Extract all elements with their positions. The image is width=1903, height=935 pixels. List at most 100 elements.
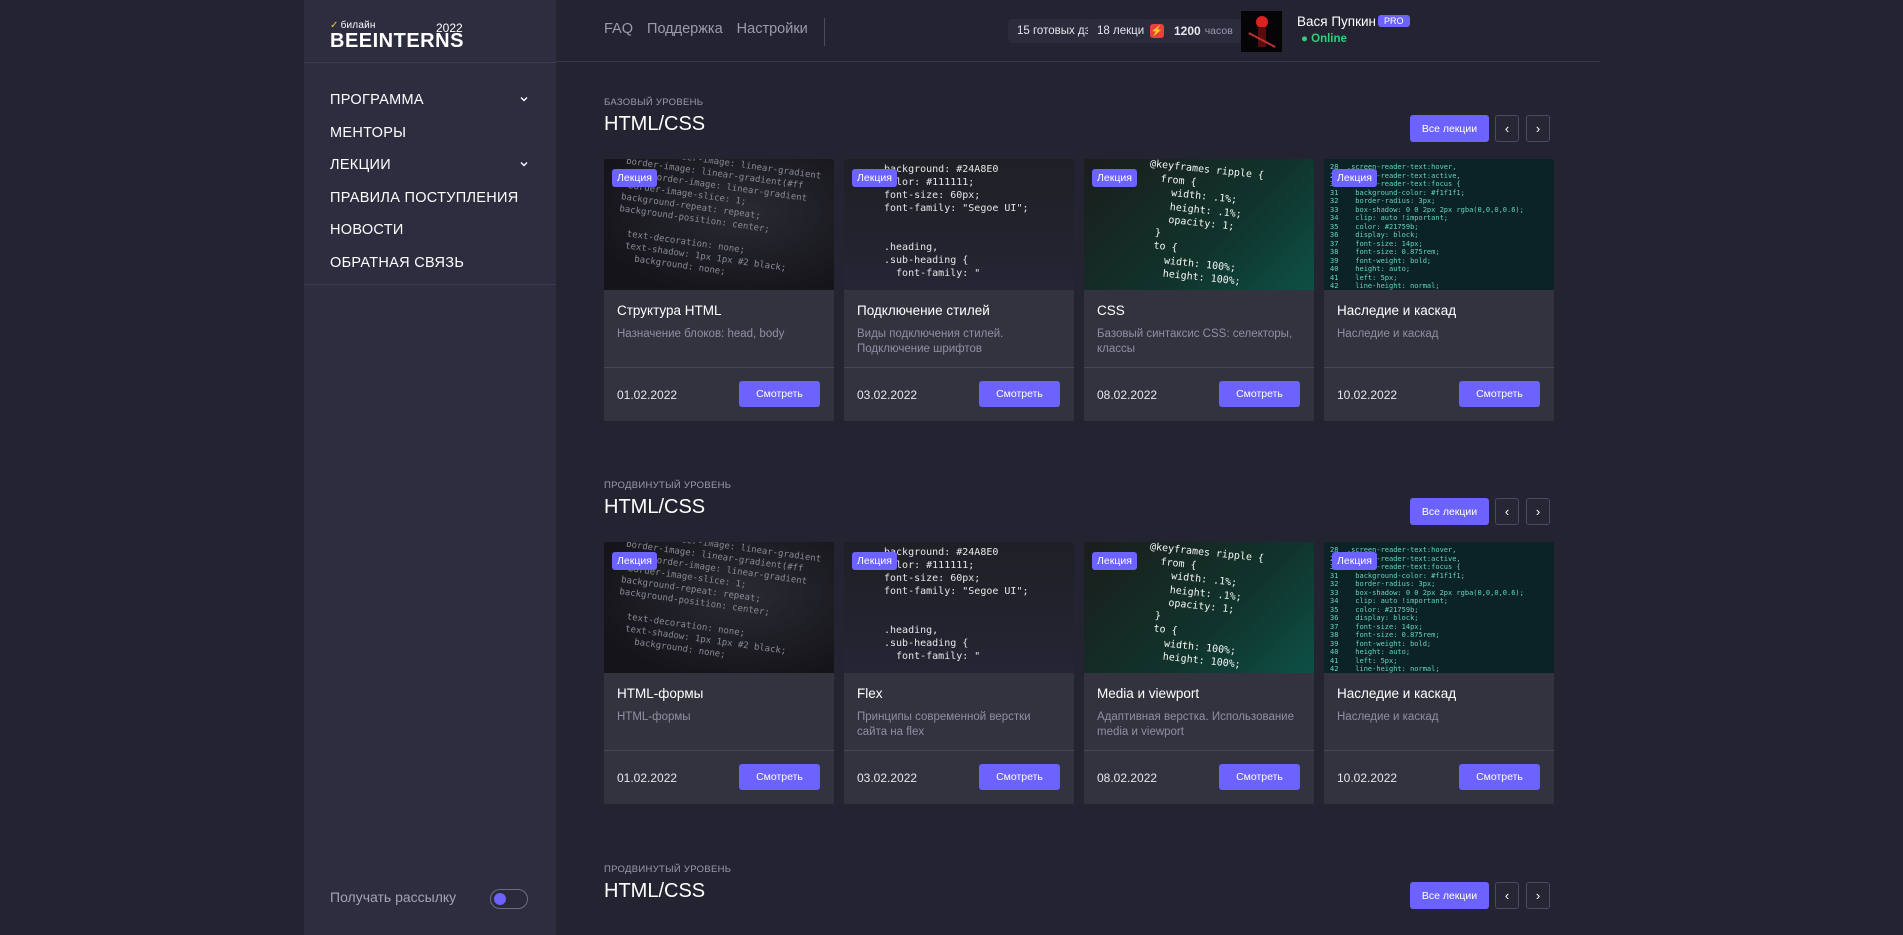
sidebar-item-label: МЕНТОРЫ (330, 124, 407, 141)
lecture-tag: Лекция (852, 552, 897, 570)
lecture-date: 08.02.2022 (1097, 388, 1158, 402)
watch-button[interactable]: Смотреть (1219, 381, 1300, 407)
sidebar-item-mentors[interactable]: МЕНТОРЫ (330, 117, 536, 150)
hours-value: 1200 (1174, 24, 1201, 38)
lecture-thumbnail: @keyframes ripple { from { width: .1%; h… (1084, 542, 1314, 673)
toggle-knob (494, 893, 506, 905)
lecture-thumbnail: 28 .screen-reader-text:hover, 29 .screen… (1324, 542, 1554, 673)
lecture-tag: Лекция (1092, 552, 1137, 570)
prev-arrow-button[interactable]: ‹ (1495, 115, 1519, 142)
card-divider (1324, 750, 1554, 751)
all-lectures-button[interactable]: Все лекции (1410, 115, 1489, 142)
lecture-thumbnail: background: #24A8E0 color: #111111; font… (844, 159, 1074, 290)
section-title: HTML/CSS (604, 496, 706, 518)
lecture-thumbnail: -webkit-border-image: linear-gradient bo… (604, 159, 834, 290)
lecture-card[interactable]: -webkit-border-image: linear-gradient bo… (604, 159, 834, 421)
lecture-description: Виды подключения стилей. Подключение шри… (857, 328, 1004, 355)
chevron-left-icon: ‹ (1504, 121, 1510, 136)
chevron-left-icon: ‹ (1504, 888, 1510, 903)
card-divider (1084, 750, 1314, 751)
lecture-thumbnail: 28 .screen-reader-text:hover, 29 .screen… (1324, 159, 1554, 290)
hours-chip: ⚡ 1200 часов (1144, 19, 1241, 43)
top-header: FAQ Поддержка Настройки 15 готовых дз 18… (556, 0, 1600, 62)
sidebar-item-label: НОВОСТИ (330, 222, 404, 239)
user-name[interactable]: Вася Пупкин (1297, 14, 1376, 29)
lecture-tag: Лекция (852, 169, 897, 187)
all-lectures-button[interactable]: Все лекции (1410, 882, 1489, 909)
lecture-card[interactable]: background: #24A8E0 color: #111111; font… (844, 542, 1074, 804)
next-arrow-button[interactable]: › (1526, 498, 1550, 525)
sidebar-item-label: ПРОГРАММА (330, 92, 424, 109)
lecture-card[interactable]: 28 .screen-reader-text:hover, 29 .screen… (1324, 159, 1554, 421)
next-arrow-button[interactable]: › (1526, 115, 1550, 142)
lecture-title: Структура HTML (617, 303, 722, 318)
faq-link[interactable]: FAQ (604, 21, 633, 37)
chevron-right-icon: › (1535, 504, 1541, 519)
lecture-card[interactable]: 28 .screen-reader-text:hover, 29 .screen… (1324, 542, 1554, 804)
lecture-date: 01.02.2022 (617, 771, 678, 785)
avatar[interactable] (1241, 11, 1282, 52)
card-divider (1084, 367, 1314, 368)
sidebar-item-admission-rules[interactable]: ПРАВИЛА ПОСТУПЛЕНИЯ (330, 182, 536, 215)
section-level-label: ПРОДВИНУТЫЙ УРОВЕНЬ (604, 864, 732, 875)
lecture-title: Media и viewport (1097, 686, 1200, 701)
lecture-description: Наследие и каскад (1337, 711, 1439, 723)
lecture-tag: Лекция (612, 552, 657, 570)
lecture-title: Flex (857, 686, 883, 701)
section-title: HTML/CSS (604, 880, 706, 902)
watch-button[interactable]: Смотреть (979, 764, 1060, 790)
user-status: ● Online (1301, 33, 1347, 45)
support-link[interactable]: Поддержка (647, 21, 723, 37)
lecture-description: Адаптивная верстка. Использование media … (1097, 711, 1295, 738)
lecture-description: Назначение блоков: head, body (617, 328, 785, 340)
lecture-card[interactable]: background: #24A8E0 color: #111111; font… (844, 159, 1074, 421)
watch-button[interactable]: Смотреть (739, 764, 820, 790)
prev-arrow-button[interactable]: ‹ (1495, 882, 1519, 909)
watch-button[interactable]: Смотреть (1459, 764, 1540, 790)
watch-button[interactable]: Смотреть (979, 381, 1060, 407)
sidebar-item-news[interactable]: НОВОСТИ (330, 214, 536, 247)
sidebar-item-program[interactable]: ПРОГРАММА (330, 84, 536, 117)
watch-button[interactable]: Смотреть (1459, 381, 1540, 407)
lecture-tag: Лекция (1332, 552, 1377, 570)
logo[interactable]: ✓ билайн BEEINTERNS 2022 (330, 18, 463, 52)
lecture-title: HTML-формы (617, 686, 704, 701)
sidebar-nav: ПРОГРАММА МЕНТОРЫ ЛЕКЦИИ ПРАВИЛА ПОСТУПЛ… (330, 84, 536, 279)
lecture-tag: Лекция (1092, 169, 1137, 187)
section-title: HTML/CSS (604, 113, 706, 135)
watch-button[interactable]: Смотреть (739, 381, 820, 407)
homework-count-chip: 15 готовых дз (1008, 19, 1099, 43)
all-lectures-button[interactable]: Все лекции (1410, 498, 1489, 525)
lecture-thumbnail: @keyframes ripple { from { width: .1%; h… (1084, 159, 1314, 290)
logo-year: 2022 (436, 21, 463, 35)
watch-button[interactable]: Смотреть (1219, 764, 1300, 790)
lecture-card[interactable]: @keyframes ripple { from { width: .1%; h… (1084, 159, 1314, 421)
card-divider (604, 367, 834, 368)
lightning-icon: ⚡ (1150, 24, 1164, 38)
lecture-tag: Лекция (1332, 169, 1377, 187)
next-arrow-button[interactable]: › (1526, 882, 1550, 909)
sidebar-item-lectures[interactable]: ЛЕКЦИИ (330, 149, 536, 182)
sidebar-item-label: ОБРАТНАЯ СВЯЗЬ (330, 254, 465, 271)
section-level-label: БАЗОВЫЙ УРОВЕНЬ (604, 97, 704, 108)
lecture-title: Наследие и каскад (1337, 686, 1457, 701)
newsletter-toggle[interactable] (490, 889, 528, 909)
lecture-card[interactable]: -webkit-border-image: linear-gradient bo… (604, 542, 834, 804)
lecture-card[interactable]: @keyframes ripple { from { width: .1%; h… (1084, 542, 1314, 804)
header-divider (824, 18, 825, 46)
lecture-tag: Лекция (612, 169, 657, 187)
lecture-description: Базовый синтаксис CSS: селекторы, классы (1097, 328, 1293, 355)
sidebar: ✓ билайн BEEINTERNS 2022 ПРОГРАММА МЕНТОР… (304, 0, 556, 935)
app: ✓ билайн BEEINTERNS 2022 ПРОГРАММА МЕНТОР… (304, 0, 1600, 935)
sidebar-item-feedback[interactable]: ОБРАТНАЯ СВЯЗЬ (330, 247, 536, 280)
prev-arrow-button[interactable]: ‹ (1495, 498, 1519, 525)
newsletter-label: Получать рассылку (330, 889, 457, 905)
chevron-right-icon: › (1535, 121, 1541, 136)
pro-badge: PRO (1378, 15, 1410, 27)
card-divider (844, 367, 1074, 368)
settings-link[interactable]: Настройки (737, 21, 808, 37)
lecture-title: Подключение стилей (857, 303, 990, 318)
card-divider (604, 750, 834, 751)
card-divider (1324, 367, 1554, 368)
top-nav: FAQ Поддержка Настройки (604, 21, 808, 37)
